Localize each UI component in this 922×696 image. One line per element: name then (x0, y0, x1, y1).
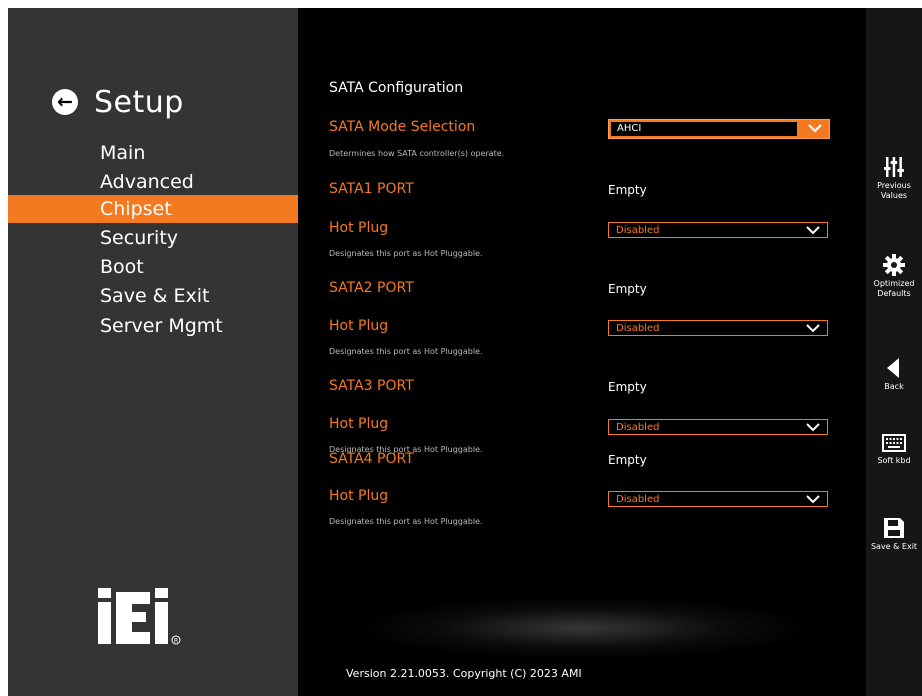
chevron-down-icon (806, 495, 820, 504)
chevron-down-icon (808, 124, 822, 133)
save-exit-label: Save & Exit (870, 542, 918, 551)
setup-header: ← Setup (52, 84, 184, 120)
sata1-port-status: Empty (608, 183, 647, 197)
sata2-port-label: SATA2 PORT (329, 280, 414, 296)
gear-icon (883, 254, 905, 276)
menu-item-boot[interactable]: Boot (8, 253, 298, 281)
back-label: Back (884, 382, 904, 391)
chevron-down-icon (806, 226, 820, 235)
svg-text:R: R (174, 638, 178, 645)
bios-window: ← Setup Main Advanced Chipset Security B… (8, 8, 922, 696)
sata-mode-desc: Determines how SATA controller(s) operat… (329, 149, 505, 158)
sata4-hot-plug-desc: Designates this port as Hot Pluggable. (329, 517, 483, 526)
sata1-hot-plug-label[interactable]: Hot Plug (329, 220, 388, 236)
version-footer: Version 2.21.0053. Copyright (C) 2023 AM… (346, 667, 582, 680)
setup-sidebar: ← Setup Main Advanced Chipset Security B… (8, 8, 298, 696)
previous-values-button[interactable]: Previous Values (866, 156, 922, 201)
chevron-down-icon (806, 324, 820, 333)
menu-item-server-mgmt[interactable]: Server Mgmt (8, 312, 298, 340)
sata4-port-status: Empty (608, 453, 647, 467)
menu-item-security[interactable]: Security (8, 224, 298, 252)
iei-logo: R (98, 588, 181, 645)
menu-item-main[interactable]: Main (8, 139, 298, 167)
sata-mode-select[interactable]: AHCI (608, 119, 830, 139)
sata3-hot-plug-select[interactable]: Disabled (608, 419, 828, 435)
menu-item-save-exit[interactable]: Save & Exit (8, 282, 298, 310)
main-panel: SATA Configuration SATA Mode Selection D… (298, 8, 866, 696)
back-arrow-icon[interactable]: ← (52, 89, 78, 115)
optimized-defaults-label-2: Defaults (877, 289, 911, 298)
optimized-defaults-label-1: Optimized (873, 279, 915, 288)
sata4-port-label: SATA4 PORT (329, 451, 414, 467)
sata4-hot-plug-label[interactable]: Hot Plug (329, 488, 388, 504)
soft-keyboard-button[interactable]: Soft kbd (866, 433, 922, 466)
sliders-icon (884, 157, 904, 177)
sata-mode-value: AHCI (617, 123, 642, 134)
sata3-port-label: SATA3 PORT (329, 378, 414, 394)
previous-values-label-2: Values (880, 191, 908, 200)
sata1-port-label: SATA1 PORT (329, 181, 414, 197)
sata-mode-label[interactable]: SATA Mode Selection (329, 119, 475, 135)
setup-title: Setup (94, 84, 184, 120)
menu-item-chipset[interactable]: Chipset (8, 195, 298, 223)
sata1-hot-plug-value: Disabled (616, 225, 660, 236)
function-panel: Previous Values Optimized Defaults Back … (866, 8, 922, 696)
back-triangle-icon (887, 358, 899, 378)
sata2-hot-plug-value: Disabled (616, 323, 660, 334)
save-exit-button[interactable]: Save & Exit (866, 517, 922, 552)
sata3-hot-plug-value: Disabled (616, 422, 660, 433)
sata1-hot-plug-select[interactable]: Disabled (608, 222, 828, 238)
previous-values-label-1: Previous (877, 181, 911, 190)
soft-keyboard-label: Soft kbd (877, 456, 911, 465)
section-title: SATA Configuration (329, 80, 464, 96)
sata2-hot-plug-label[interactable]: Hot Plug (329, 318, 388, 334)
sata2-hot-plug-select[interactable]: Disabled (608, 320, 828, 336)
chevron-down-icon (806, 423, 820, 432)
sata1-hot-plug-desc: Designates this port as Hot Pluggable. (329, 249, 483, 258)
optimized-defaults-button[interactable]: Optimized Defaults (866, 254, 922, 299)
footer-glow (368, 598, 798, 658)
back-button[interactable]: Back (866, 357, 922, 392)
sata3-port-status: Empty (608, 380, 647, 394)
sata2-hot-plug-desc: Designates this port as Hot Pluggable. (329, 347, 483, 356)
sata4-hot-plug-select[interactable]: Disabled (608, 491, 828, 507)
sata2-port-status: Empty (608, 282, 647, 296)
sata4-hot-plug-value: Disabled (616, 494, 660, 505)
keyboard-icon (882, 434, 906, 452)
menu-item-advanced[interactable]: Advanced (8, 168, 298, 196)
save-disk-icon (884, 518, 904, 538)
sata3-hot-plug-label[interactable]: Hot Plug (329, 416, 388, 432)
